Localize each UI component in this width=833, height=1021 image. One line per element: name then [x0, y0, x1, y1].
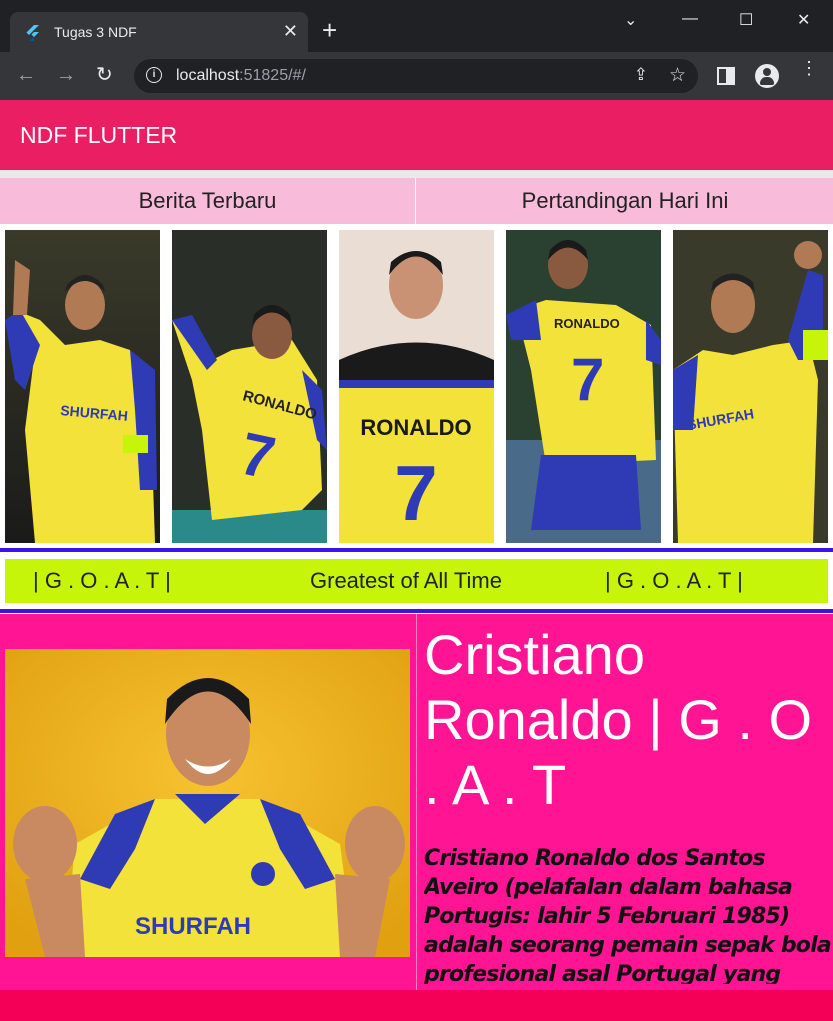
address-bar[interactable]: i localhost:51825/#/ ⇪ ☆ [134, 59, 698, 93]
minimize-icon[interactable]: — [682, 10, 698, 28]
close-icon[interactable]: ✕ [283, 20, 298, 42]
profile-bio: Cristiano Ronaldo dos Santos Aveiro (pel… [424, 846, 832, 984]
section-tabs: Berita Terbaru Pertandingan Hari Ini [0, 178, 833, 224]
gallery-photo-3[interactable]: RONALDO 7 [339, 230, 494, 543]
profile-photo: SHURFAH [5, 649, 410, 957]
goat-tagline: Greatest of All Time [310, 568, 502, 593]
tab-title: Tugas 3 NDF [54, 24, 137, 40]
browser-toolbar: ← → ↻ i localhost:51825/#/ ⇪ ☆ ⋮ [0, 52, 833, 100]
gallery-photo-1[interactable]: SHURFAH [5, 230, 160, 543]
goat-label-right: | G . O . A . T | [605, 568, 743, 593]
share-icon[interactable]: ⇪ [634, 65, 648, 85]
maximize-icon[interactable]: ☐ [739, 10, 753, 30]
app-bar: NDF FLUTTER [0, 100, 833, 170]
tab-berita-terbaru[interactable]: Berita Terbaru [0, 178, 416, 224]
photo-gallery: SHURFAH RONALDO 7 RONALDO 7 RONALDO 7 SH… [0, 224, 833, 548]
browser-tab[interactable]: Tugas 3 NDF ✕ [10, 12, 308, 54]
window-close-icon[interactable]: ✕ [797, 10, 810, 30]
bookmark-star-icon[interactable]: ☆ [669, 64, 686, 87]
svg-text:RONALDO: RONALDO [360, 415, 471, 440]
profile-name: Cristiano Ronaldo | G . O . A . T [424, 623, 813, 816]
gallery-photo-5[interactable]: SHURFAH [673, 230, 828, 543]
profile-section: SHURFAH Cristiano Ronaldo | G . O . A . … [0, 614, 833, 990]
gallery-photo-2[interactable]: RONALDO 7 [172, 230, 327, 543]
svg-text:7: 7 [394, 449, 437, 537]
footer-bar [0, 990, 833, 1021]
tab-search-icon[interactable]: ⌄ [624, 10, 637, 30]
gallery-photo-4[interactable]: RONALDO 7 [506, 230, 661, 543]
reload-icon[interactable]: ↻ [96, 64, 113, 86]
profile-avatar-icon[interactable] [755, 64, 779, 88]
tab-pertandingan-hari-ini[interactable]: Pertandingan Hari Ini [417, 178, 833, 224]
browser-tab-strip: Tugas 3 NDF ✕ + ⌄ — ☐ ✕ [0, 0, 833, 54]
more-menu-icon[interactable]: ⋮ [800, 59, 818, 77]
new-tab-icon[interactable]: + [322, 16, 337, 44]
divider-top [0, 548, 833, 552]
flutter-icon [26, 25, 39, 41]
site-info-icon[interactable]: i [146, 67, 162, 83]
svg-text:RONALDO: RONALDO [554, 316, 620, 331]
back-icon[interactable]: ← [16, 64, 36, 86]
goat-banner: | G . O . A . T | Greatest of All Time |… [0, 554, 833, 609]
side-panel-icon[interactable] [716, 66, 736, 86]
url-text: localhost:51825/#/ [176, 67, 306, 84]
svg-text:7: 7 [571, 346, 604, 413]
separator [0, 170, 833, 178]
goat-banner-inner: | G . O . A . T | Greatest of All Time |… [5, 559, 828, 603]
svg-text:SHURFAH: SHURFAH [135, 913, 251, 940]
divider-bottom [0, 609, 833, 613]
app-title: NDF FLUTTER [20, 122, 178, 148]
goat-label-left: | G . O . A . T | [33, 568, 171, 593]
profile-divider [416, 614, 417, 990]
forward-icon[interactable]: → [56, 64, 76, 86]
